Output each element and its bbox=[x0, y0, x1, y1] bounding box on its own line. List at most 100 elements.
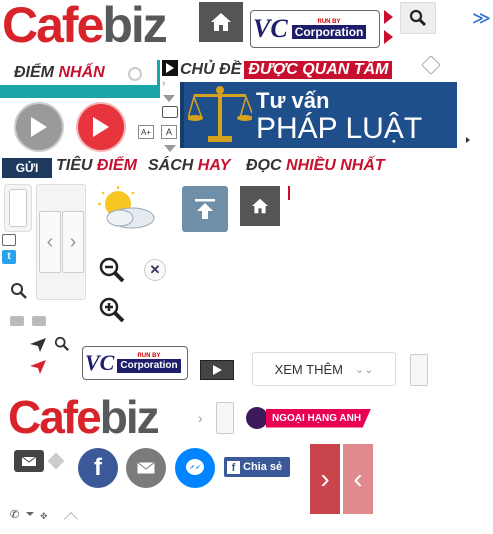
weather-partly-cloudy-icon bbox=[98, 186, 155, 229]
caret-down-icon[interactable] bbox=[26, 512, 34, 516]
next-arrow-button[interactable]: › bbox=[310, 444, 340, 514]
premier-league-lion-icon bbox=[246, 407, 268, 429]
slider-thumb[interactable] bbox=[9, 189, 27, 227]
premier-league-badge[interactable]: NGOẠI HẠNG ANH bbox=[246, 406, 382, 430]
diem-nhan-w2: NHẤN bbox=[58, 63, 105, 81]
teal-bar bbox=[0, 88, 160, 98]
vc-corporation-logo[interactable]: VC RUN BY Corporation bbox=[250, 10, 380, 48]
doc-nhieu-header[interactable]: ĐỌC NHIỀU NHẤT bbox=[246, 158, 385, 176]
diem-nhan-w1: ĐIỂM bbox=[14, 63, 54, 81]
home-button[interactable] bbox=[199, 2, 243, 42]
chevron-right-icon[interactable]: › bbox=[162, 78, 165, 89]
cafebiz-logo-2[interactable]: Cafebiz bbox=[8, 394, 193, 444]
font-increase-button[interactable]: A+ bbox=[138, 125, 154, 139]
carousel-prev-button[interactable]: ‹ bbox=[39, 211, 61, 273]
chu-de-header[interactable]: CHỦ ĐỀ ĐƯỢC QUAN TÂM bbox=[180, 60, 416, 80]
doc-nhieu-w2: NHIỀU NHẤT bbox=[286, 157, 385, 174]
scroll-widget[interactable] bbox=[410, 354, 428, 386]
search-icon bbox=[409, 9, 427, 27]
search-icon[interactable] bbox=[10, 282, 28, 300]
play-button-small[interactable] bbox=[162, 60, 178, 76]
scales-icon bbox=[188, 86, 252, 142]
tu-van-line1: Tư vấn bbox=[256, 88, 330, 113]
video-icon bbox=[32, 316, 46, 326]
prev-arrow-button[interactable]: ‹ bbox=[343, 444, 373, 514]
tieu-diem-w2: ĐIỂM bbox=[96, 157, 137, 174]
chevron-right-icon[interactable]: › bbox=[198, 410, 203, 426]
tu-van-line2: PHÁP LUẬT bbox=[256, 112, 423, 145]
logo-part-biz: biz bbox=[99, 391, 160, 443]
email-button[interactable] bbox=[14, 450, 44, 472]
close-button[interactable]: ✕ bbox=[144, 259, 166, 281]
envelope-icon bbox=[137, 462, 155, 474]
carousel-frame: ‹ › bbox=[36, 184, 86, 300]
messenger-share-button[interactable] bbox=[175, 448, 215, 488]
sach-hay-w2: HAY bbox=[197, 157, 231, 174]
tag-icon bbox=[421, 55, 441, 75]
play-icon bbox=[93, 117, 109, 137]
print-icon[interactable] bbox=[2, 234, 16, 246]
divider-red bbox=[288, 186, 290, 200]
logo-part-biz: biz bbox=[102, 0, 167, 53]
chevron-up-icon[interactable] bbox=[63, 511, 79, 527]
vc-corporation-logo-2[interactable]: VC RUN BY Corporation bbox=[82, 346, 188, 380]
double-chevron-down-icon: ⌄⌄ bbox=[354, 363, 374, 376]
cafebiz-logo[interactable]: Cafebiz bbox=[2, 0, 197, 55]
tag-icon bbox=[47, 452, 65, 470]
book-icon bbox=[162, 106, 178, 118]
play-button-red[interactable] bbox=[78, 104, 124, 150]
triangle-right-icon bbox=[466, 137, 470, 143]
logo-part-cafe: Cafe bbox=[2, 0, 104, 53]
messenger-icon bbox=[186, 459, 204, 475]
tu-van-phap-luat-banner[interactable]: Tư vấn PHÁP LUẬT bbox=[180, 82, 457, 148]
scroll-to-top-button[interactable] bbox=[182, 186, 228, 232]
chu-de-w1: CHỦ ĐỀ bbox=[180, 61, 242, 78]
premier-league-label: NGOẠI HẠNG ANH bbox=[266, 408, 372, 428]
envelope-icon bbox=[21, 455, 37, 467]
move-icon: ✥ bbox=[40, 511, 48, 521]
facebook-chia-se-button[interactable]: f Chia sẻ bbox=[224, 457, 290, 477]
diem-nhan-circle-icon bbox=[128, 67, 142, 81]
chu-de-w2: ĐƯỢC QUAN TÂM bbox=[244, 61, 393, 79]
zoom-out-icon[interactable] bbox=[98, 256, 126, 284]
vc-corp-label: Corporation bbox=[117, 359, 181, 373]
phone-icon[interactable]: ✆ bbox=[10, 508, 19, 521]
tieu-diem-w1: TIÊU bbox=[56, 157, 93, 174]
email-share-button[interactable] bbox=[126, 448, 166, 488]
home-icon bbox=[211, 13, 231, 31]
search-button[interactable] bbox=[400, 2, 436, 34]
facebook-share-button[interactable]: f bbox=[78, 448, 118, 488]
sach-hay-header[interactable]: SÁCH HAY bbox=[148, 158, 230, 176]
sach-hay-w1: SÁCH bbox=[148, 157, 194, 174]
xem-them-button[interactable]: XEM THÊM ⌄⌄ bbox=[252, 352, 396, 386]
play-button-gray[interactable] bbox=[16, 104, 62, 150]
facebook-icon: f bbox=[227, 460, 240, 474]
play-icon bbox=[212, 365, 222, 375]
twitter-button[interactable]: t bbox=[2, 250, 16, 264]
send-button[interactable]: GỬI bbox=[2, 158, 52, 178]
arrow-right-icon bbox=[384, 10, 393, 24]
play-icon bbox=[166, 63, 174, 73]
chevron-down-icon[interactable] bbox=[163, 95, 175, 102]
scroll-widget-2[interactable] bbox=[216, 402, 234, 434]
xem-them-label: XEM THÊM bbox=[274, 361, 343, 377]
chia-se-label: Chia sẻ bbox=[243, 461, 283, 473]
vc-corp-label: Corporation bbox=[291, 25, 367, 39]
camera-icon bbox=[10, 316, 24, 326]
font-decrease-button[interactable]: A bbox=[161, 125, 177, 139]
vc-letters: VC bbox=[253, 14, 288, 43]
home-icon bbox=[252, 198, 268, 214]
carousel-next-button[interactable]: › bbox=[62, 211, 84, 273]
tieu-diem-header[interactable]: TIÊU ĐIỂM bbox=[56, 158, 137, 176]
more-button[interactable]: ≫ bbox=[472, 8, 491, 29]
video-play-button[interactable] bbox=[200, 360, 234, 380]
search-icon[interactable] bbox=[54, 336, 70, 352]
zoom-in-icon[interactable] bbox=[98, 296, 126, 324]
chevron-down-icon[interactable] bbox=[164, 145, 176, 152]
arrow-up-icon bbox=[195, 199, 215, 219]
send-icon-red[interactable] bbox=[30, 360, 46, 374]
send-icon[interactable] bbox=[30, 338, 46, 352]
home-button-small[interactable] bbox=[240, 186, 280, 226]
doc-nhieu-w1: ĐỌC bbox=[246, 157, 282, 174]
logo-part-cafe: Cafe bbox=[8, 391, 102, 443]
